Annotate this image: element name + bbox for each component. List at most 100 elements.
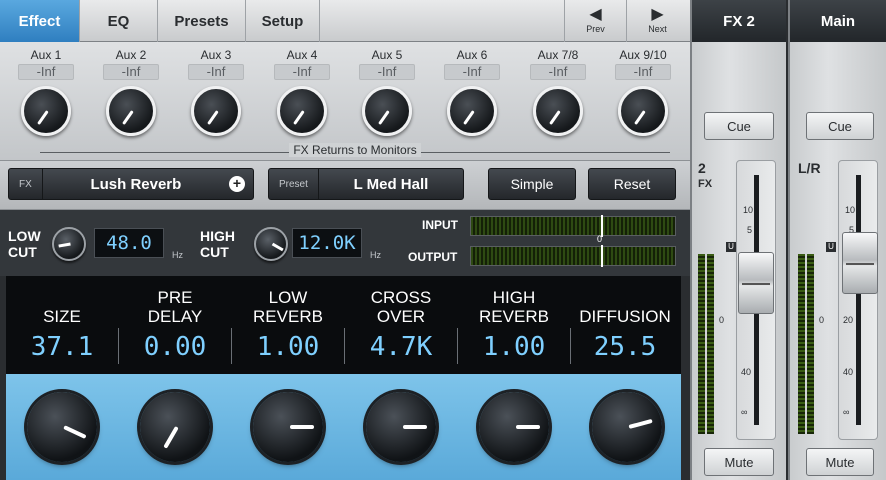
param-high-reverb: HIGH REVERB 1.00 xyxy=(458,276,570,374)
main-channel-strip: Main Cue L/R 10 5 0 20 40 ∞ U Mute xyxy=(788,0,886,480)
scale-label: 10 xyxy=(743,205,754,215)
preset-tag: Preset xyxy=(269,169,319,199)
main-mute-button[interactable]: Mute xyxy=(806,448,874,476)
tab-presets[interactable]: Presets xyxy=(158,0,246,42)
aux-name: Aux 9/10 xyxy=(619,48,667,62)
aux-send: Aux 7/8 -Inf xyxy=(520,48,596,136)
scale-label: 40 xyxy=(843,367,854,377)
fx2-level-meter xyxy=(707,254,714,434)
fx-tag: FX xyxy=(9,169,43,199)
reset-button[interactable]: Reset xyxy=(588,168,676,200)
aux-knob[interactable] xyxy=(191,86,241,136)
arrow-right-icon: ▶ xyxy=(651,6,664,23)
fx2-cue-button[interactable]: Cue xyxy=(704,112,774,140)
scale-label: 40 xyxy=(741,367,752,377)
main-title[interactable]: Main xyxy=(790,0,886,42)
size-knob[interactable] xyxy=(27,392,97,462)
aux-send: Aux 9/10 -Inf xyxy=(605,48,681,136)
prev-button[interactable]: ◀ Prev xyxy=(564,0,626,42)
high-cut-value: 12.0K xyxy=(292,228,362,258)
high-cut-label: HIGH CUT xyxy=(200,228,235,260)
aux-knob[interactable] xyxy=(447,86,497,136)
next-button[interactable]: ▶ Next xyxy=(626,0,688,42)
scale-label: 20 xyxy=(843,315,854,325)
aux-knob[interactable] xyxy=(21,86,71,136)
plus-circle-icon[interactable]: + xyxy=(229,176,245,192)
main-cue-button[interactable]: Cue xyxy=(806,112,874,140)
unity-marker: U xyxy=(826,242,836,252)
fx2-title[interactable]: FX 2 xyxy=(692,0,786,42)
main-level-meter xyxy=(807,254,814,434)
output-meter xyxy=(470,245,676,267)
high-cut-unit: Hz xyxy=(370,250,381,260)
fx2-level-meter xyxy=(698,254,705,434)
scale-label: 0 xyxy=(719,315,725,325)
tab-eq[interactable]: EQ xyxy=(80,0,158,42)
high-cut-knob[interactable] xyxy=(254,227,288,261)
param-name: SIZE xyxy=(43,307,81,326)
aux-knob[interactable] xyxy=(362,86,412,136)
pre-delay-knob[interactable] xyxy=(140,392,210,462)
tab-bar: Effect EQ Presets Setup ◀ Prev ▶ Next xyxy=(0,0,690,42)
fx2-fader-handle[interactable] xyxy=(738,252,774,314)
aux-name: Aux 5 xyxy=(371,48,403,62)
aux-knob[interactable] xyxy=(618,86,668,136)
fx2-mute-button[interactable]: Mute xyxy=(704,448,774,476)
low-cut-value: 48.0 xyxy=(94,228,164,258)
param-value: 37.1 xyxy=(30,332,94,362)
meter-zero-label: 0 xyxy=(597,234,603,244)
main-fader-handle[interactable] xyxy=(842,232,878,294)
param-value: 1.00 xyxy=(256,332,320,362)
aux-send: Aux 2 -Inf xyxy=(93,48,169,136)
aux-name: Aux 4 xyxy=(286,48,318,62)
fx2-channel-label: 2 FX xyxy=(698,160,713,190)
crossover-knob[interactable] xyxy=(366,392,436,462)
param-low-reverb: LOW REVERB 1.00 xyxy=(232,276,344,374)
param-size: SIZE 37.1 xyxy=(6,276,118,374)
param-value: 1.00 xyxy=(482,332,546,362)
aux-name: Aux 1 xyxy=(30,48,62,62)
aux-knob[interactable] xyxy=(277,86,327,136)
aux-send-strip: Aux 1 -Inf Aux 2 -Inf Aux 3 -Inf Aux 4 -… xyxy=(0,42,690,160)
aux-value: -Inf xyxy=(359,64,415,80)
low-reverb-knob[interactable] xyxy=(253,392,323,462)
scale-label: 0 xyxy=(819,315,825,325)
fx-returns-label: FX Returns to Monitors xyxy=(289,143,421,157)
param-name: CROSS OVER xyxy=(370,288,432,326)
low-cut-label: LOW CUT xyxy=(8,228,41,260)
low-cut-knob[interactable] xyxy=(52,227,86,261)
fx-type-selector[interactable]: FX Lush Reverb + xyxy=(8,168,254,200)
preset-selector[interactable]: Preset L Med Hall xyxy=(268,168,464,200)
scale-label: 10 xyxy=(845,205,856,215)
next-label: Next xyxy=(648,24,667,34)
aux-name: Aux 7/8 xyxy=(537,48,579,62)
aux-knob[interactable] xyxy=(106,86,156,136)
param-name: PRE DELAY xyxy=(147,288,203,326)
tab-setup[interactable]: Setup xyxy=(246,0,320,42)
aux-value: -Inf xyxy=(103,64,159,80)
param-diffusion: DIFFUSION 25.5 xyxy=(569,276,681,374)
param-name: DIFFUSION xyxy=(579,307,671,326)
aux-value: -Inf xyxy=(615,64,671,80)
aux-knob[interactable] xyxy=(533,86,583,136)
aux-send: Aux 4 -Inf xyxy=(264,48,340,136)
scale-label: ∞ xyxy=(741,407,748,417)
param-value: 25.5 xyxy=(593,332,657,362)
filter-meter-area: LOW CUT 48.0 Hz HIGH CUT 12.0K Hz INPUT 0 … xyxy=(0,210,690,276)
simple-button[interactable]: Simple xyxy=(488,168,576,200)
aux-send: Aux 1 -Inf xyxy=(8,48,84,136)
param-name: HIGH REVERB xyxy=(479,288,549,326)
output-meter-label: OUTPUT xyxy=(408,250,458,264)
aux-send: Aux 3 -Inf xyxy=(178,48,254,136)
param-name: LOW REVERB xyxy=(253,288,323,326)
fx-returns-bracket: FX Returns to Monitors xyxy=(40,137,670,157)
tab-effect[interactable]: Effect xyxy=(0,0,80,42)
diffusion-knob[interactable] xyxy=(592,392,662,462)
high-reverb-knob[interactable] xyxy=(479,392,549,462)
aux-name: Aux 6 xyxy=(456,48,488,62)
aux-value: -Inf xyxy=(274,64,330,80)
low-cut-unit: Hz xyxy=(172,250,183,260)
parameter-display: SIZE 37.1 PRE DELAY 0.00 LOW REVERB 1.00 C… xyxy=(6,276,681,374)
prev-label: Prev xyxy=(586,24,605,34)
parameter-knob-row xyxy=(6,374,681,480)
